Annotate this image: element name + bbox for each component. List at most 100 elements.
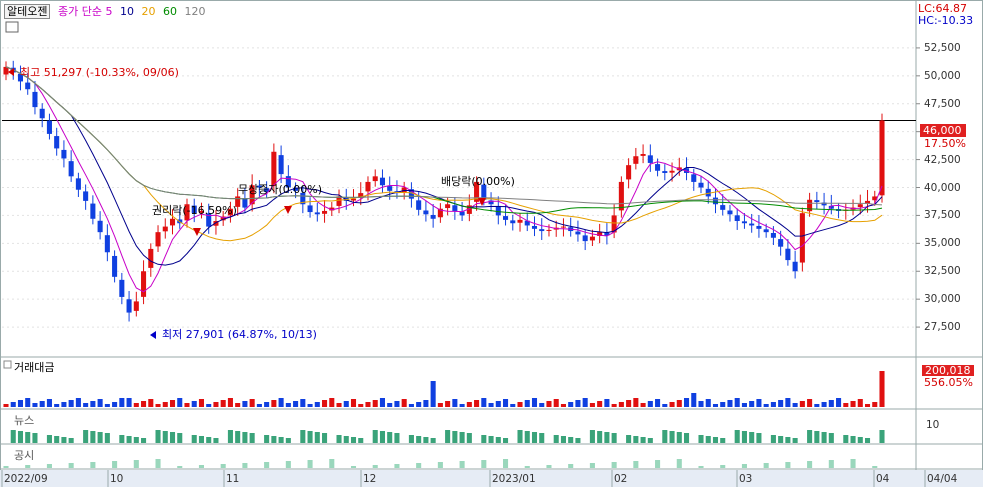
news-bar — [445, 430, 451, 443]
volume-bar — [394, 401, 400, 407]
news-bar — [633, 436, 639, 443]
disclosure-bar — [242, 463, 248, 468]
candle — [640, 154, 646, 156]
candle — [510, 220, 516, 224]
candle — [734, 215, 740, 221]
volume-bar — [568, 402, 574, 407]
candle — [756, 225, 762, 229]
annotation-bonus: 무상증자(0.00%) — [238, 183, 323, 196]
candle — [271, 151, 277, 186]
disclosure-bar — [198, 465, 205, 468]
news-bar — [741, 431, 747, 443]
x-tick-label: 2022/09 — [4, 473, 48, 485]
news-bar — [488, 436, 494, 443]
volume-bar — [155, 404, 161, 407]
candle — [879, 120, 885, 196]
disclosure-bar — [524, 466, 530, 468]
candle — [379, 177, 385, 186]
volume-panel-title: 거래대금 — [14, 361, 55, 374]
volume-bar — [293, 401, 299, 407]
news-bar — [785, 437, 791, 443]
bonus-marker-icon — [284, 206, 292, 214]
ma20-line — [5, 66, 883, 242]
disclosure-bar — [155, 459, 161, 468]
volume-bar — [778, 400, 784, 407]
candle — [495, 205, 501, 216]
news-bar — [466, 433, 472, 443]
news-bar — [25, 432, 31, 443]
current-price-label: 46,000 — [920, 124, 966, 137]
news-bar — [343, 436, 349, 443]
volume-bar — [213, 402, 219, 407]
volume-bar — [481, 398, 487, 407]
lc-readout: LC:64.87 — [918, 2, 968, 15]
news-bar — [430, 438, 436, 443]
volume-pct: 556.05% — [924, 376, 973, 389]
grid-toggle-icon — [5, 21, 19, 33]
volume-bar — [191, 401, 197, 407]
candle — [807, 199, 813, 212]
hc-readout: HC:-10.33 — [918, 14, 974, 27]
news-bar — [133, 437, 139, 443]
volume-bar — [32, 403, 38, 407]
disclosure-bar — [676, 459, 682, 468]
candle — [531, 225, 538, 229]
volume-bar — [611, 404, 617, 407]
news-bar — [683, 433, 690, 443]
news-bar — [640, 437, 646, 443]
news-bar — [387, 432, 393, 443]
legend-ma10: 10 — [119, 5, 134, 18]
volume-bar — [112, 402, 118, 407]
candle — [365, 181, 371, 192]
volume-bar — [141, 401, 147, 407]
candle — [430, 214, 436, 219]
news-bar — [821, 432, 827, 443]
volume-bar — [372, 400, 378, 407]
volume-bar — [336, 403, 342, 407]
volume-panel-icon — [3, 360, 12, 369]
candle — [32, 91, 38, 108]
volume-bar — [864, 404, 871, 407]
candle — [126, 299, 132, 313]
candle — [633, 156, 639, 164]
candle — [763, 229, 769, 233]
candle — [575, 231, 581, 235]
annotation-high: 최고 51,297 (-10.33%, 09/06) — [20, 66, 179, 79]
symbol-button[interactable]: 알테오젠 — [4, 4, 51, 19]
volume-bar — [466, 402, 472, 407]
disclosure-bar — [850, 459, 856, 468]
news-bar — [843, 435, 849, 443]
candle — [141, 271, 147, 297]
news-bar — [575, 438, 581, 443]
volume-bar — [792, 403, 798, 407]
news-bar — [604, 432, 610, 443]
news-bar — [807, 430, 813, 443]
news-bar — [517, 430, 523, 443]
news-bar — [155, 430, 161, 443]
news-bar — [141, 438, 147, 443]
news-bar — [503, 438, 509, 443]
candle — [647, 155, 653, 163]
volume-bar — [256, 404, 262, 407]
volume-bar — [365, 402, 371, 407]
x-tick-label: 11 — [226, 473, 240, 485]
news-bar — [68, 438, 74, 443]
news-bar — [662, 430, 668, 443]
news-bar — [206, 437, 212, 443]
disclosure-bar — [3, 466, 9, 468]
news-bar — [17, 431, 24, 443]
volume-bar — [814, 404, 820, 407]
candle — [749, 223, 755, 226]
volume-bar — [90, 401, 96, 407]
candle — [720, 205, 726, 210]
y-tick-label: 27,500 — [924, 321, 961, 334]
volume-bar — [539, 403, 545, 407]
candle — [387, 186, 393, 191]
disclosure-bar — [350, 466, 357, 468]
news-bar — [126, 436, 132, 443]
news-scale: 10 — [926, 419, 940, 431]
news-bar — [698, 435, 704, 443]
news-bar — [336, 435, 342, 443]
volume-bar — [647, 401, 653, 407]
disclosure-bar — [68, 463, 74, 468]
